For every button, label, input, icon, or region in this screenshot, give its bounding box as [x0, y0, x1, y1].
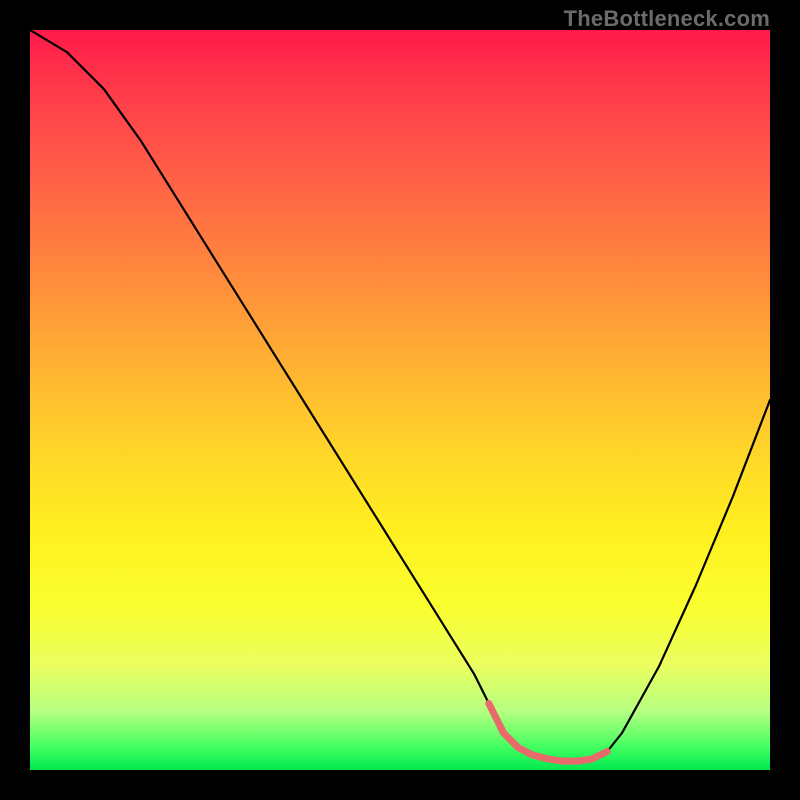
- plot-area: [30, 30, 770, 770]
- curve-line: [30, 30, 770, 761]
- chart-svg: [30, 30, 770, 770]
- highlight-segment: [489, 703, 607, 761]
- chart-container: TheBottleneck.com: [0, 0, 800, 800]
- watermark-label: TheBottleneck.com: [564, 6, 770, 32]
